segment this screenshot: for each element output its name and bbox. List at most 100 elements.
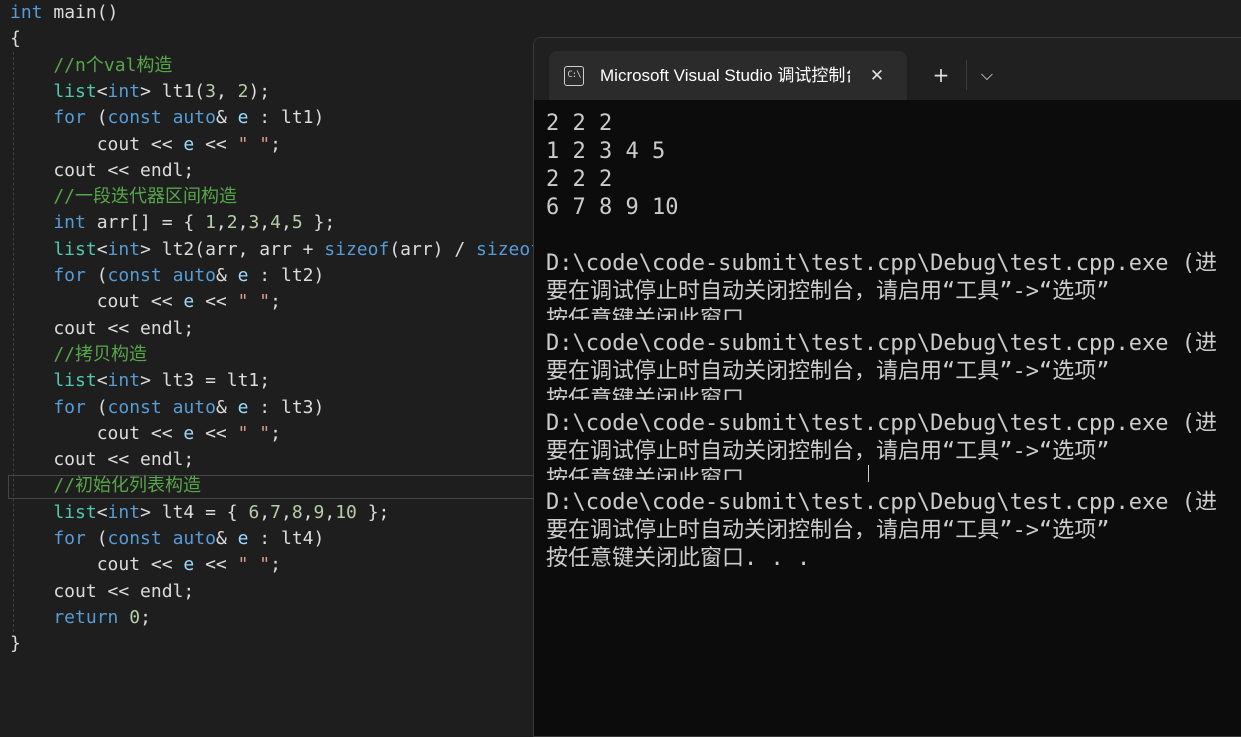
- code-token: : lt4): [248, 528, 325, 549]
- code-token: sizeof: [324, 239, 390, 260]
- tab-bar: C:\ Microsoft Visual Studio 调试控制台 ✕ + ⌵: [534, 38, 1241, 100]
- chevron-down-icon[interactable]: ⌵: [970, 60, 1004, 90]
- code-token: (: [85, 528, 108, 549]
- code-token: e: [237, 397, 249, 418]
- code-token: e: [237, 265, 249, 286]
- code-line: }: [10, 631, 21, 657]
- code-token: &: [215, 107, 238, 128]
- close-icon[interactable]: ✕: [864, 63, 890, 89]
- code-line: cout << endl;: [10, 158, 194, 184]
- code-token: auto: [172, 397, 216, 418]
- code-line: //一段迭代器区间构造: [10, 184, 237, 210]
- code-token: <: [96, 502, 108, 523]
- code-token: auto: [172, 107, 216, 128]
- code-token: ,: [324, 502, 336, 523]
- code-line: for (const auto& e : lt3): [10, 395, 324, 421]
- console-line: 1 2 3 4 5: [546, 139, 666, 164]
- code-token: " ": [237, 423, 271, 444]
- code-token: };: [302, 212, 336, 233]
- code-token: };: [356, 502, 390, 523]
- code-token: > lt2(arr, arr +: [140, 239, 325, 260]
- code-token: //拷贝构造: [10, 344, 148, 365]
- code-token: //一段迭代器区间构造: [10, 186, 238, 207]
- code-token: 7: [270, 502, 281, 523]
- code-token: ,: [302, 502, 314, 523]
- code-token: 3: [248, 212, 260, 233]
- code-token: cout << endl;: [10, 160, 195, 181]
- code-token: cout <<: [10, 291, 184, 312]
- code-line: int main(): [10, 0, 118, 26]
- code-token: > lt3 = lt1;: [140, 370, 271, 391]
- code-token: 9: [313, 502, 325, 523]
- code-token: ;: [270, 134, 281, 155]
- code-token: cout << endl;: [10, 581, 195, 602]
- code-token: main(): [42, 2, 119, 23]
- code-token: e: [237, 528, 249, 549]
- tab-debug-console[interactable]: C:\ Microsoft Visual Studio 调试控制台 ✕: [549, 51, 907, 100]
- code-token: const: [107, 528, 162, 549]
- code-line: //n个val构造: [10, 53, 172, 79]
- code-token: //初始化列表构造: [10, 475, 202, 496]
- code-token: <<: [194, 423, 238, 444]
- console-line: D:\code\code-submit\test.cpp\Debug\test.…: [546, 251, 1218, 276]
- code-token: return: [10, 607, 119, 628]
- code-token: list: [10, 239, 97, 260]
- code-token: list: [10, 81, 97, 102]
- code-token: (: [85, 107, 108, 128]
- code-token: int: [10, 212, 86, 233]
- code-token: 10: [335, 502, 357, 523]
- console-line: 按任意键关闭此窗口. . .: [546, 387, 811, 400]
- code-token: <: [96, 370, 108, 391]
- code-token: {: [10, 28, 21, 49]
- code-token: <: [96, 239, 108, 260]
- code-token: " ": [237, 291, 271, 312]
- code-token: 1: [205, 212, 216, 233]
- code-line: cout << e << " ";: [10, 552, 281, 578]
- code-line: for (const auto& e : lt4): [10, 526, 324, 552]
- code-token: <<: [194, 291, 238, 312]
- code-token: cout <<: [10, 423, 184, 444]
- new-tab-button[interactable]: +: [924, 60, 958, 90]
- code-token: : lt1): [248, 107, 325, 128]
- code-token: 3: [205, 81, 216, 102]
- code-line: cout << endl;: [10, 447, 194, 473]
- code-token: ;: [270, 423, 281, 444]
- console-line: 按任意键关闭此窗口. . .: [546, 546, 811, 571]
- code-token: for: [10, 397, 86, 418]
- code-token: int: [107, 370, 141, 391]
- code-token: int: [10, 2, 43, 23]
- code-token: cout << endl;: [10, 318, 195, 339]
- code-line: for (const auto& e : lt2): [10, 263, 324, 289]
- code-token: ,: [280, 212, 292, 233]
- code-line: cout << e << " ";: [10, 132, 281, 158]
- code-line: for (const auto& e : lt1): [10, 105, 324, 131]
- code-token: <: [96, 81, 108, 102]
- code-line: cout << endl;: [10, 316, 194, 342]
- code-token: <<: [194, 554, 238, 575]
- code-token: <<: [194, 134, 238, 155]
- console-line: 按任意键关闭此窗口. . .: [546, 307, 811, 320]
- code-token: 4: [270, 212, 281, 233]
- code-token: ;: [270, 291, 281, 312]
- code-token: cout <<: [10, 134, 184, 155]
- code-line: //初始化列表构造: [10, 473, 201, 499]
- debug-console-window[interactable]: C:\ Microsoft Visual Studio 调试控制台 ✕ + ⌵ …: [533, 37, 1241, 737]
- code-token: const: [107, 397, 162, 418]
- code-token: > lt1(: [140, 81, 206, 102]
- console-line: 要在调试停止时自动关闭控制台，请启用“工具”->“选项”: [546, 279, 1110, 304]
- console-line: 2 2 2: [546, 167, 613, 192]
- code-token: for: [10, 265, 86, 286]
- text-cursor: [868, 465, 869, 482]
- code-token: &: [215, 528, 238, 549]
- console-line: 按任意键关闭此窗口. . .: [546, 467, 811, 480]
- console-line: 要在调试停止时自动关闭控制台，请启用“工具”->“选项”: [546, 439, 1110, 464]
- code-token: e: [237, 107, 249, 128]
- code-token: 0: [129, 607, 141, 628]
- code-token: e: [183, 423, 195, 444]
- code-token: int: [107, 239, 141, 260]
- code-token: " ": [237, 554, 271, 575]
- code-token: &: [215, 265, 238, 286]
- code-token: e: [183, 291, 195, 312]
